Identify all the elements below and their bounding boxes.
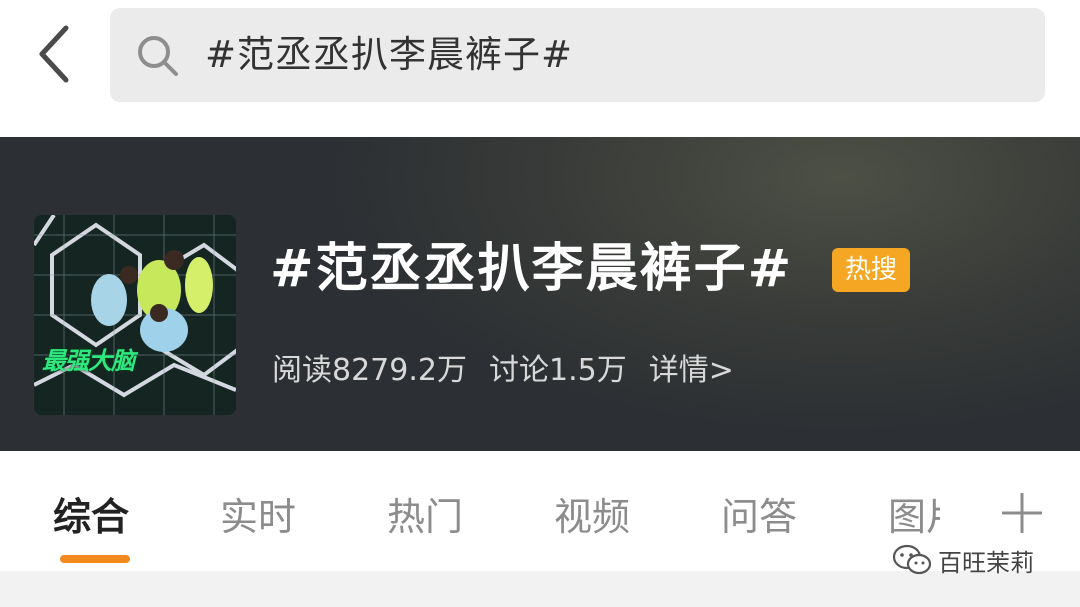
chevron-left-icon [39,25,69,83]
active-tab-indicator [60,555,130,563]
discussion-count: 讨论1.5万 [488,353,627,388]
tab-comprehensive[interactable]: 综合 [53,491,129,543]
tab-realtime[interactable]: 实时 [220,491,296,543]
read-count: 阅读8279.2万 [272,353,467,388]
watermark: 百旺茉莉 [892,535,1034,585]
thumbnail-caption: 最强大脑 [42,347,135,375]
topic-title: #范丞丞扒李晨裤子# [270,239,794,299]
plus-icon [1002,493,1042,533]
search-input[interactable]: #范丞丞扒李晨裤子# [110,8,1045,102]
add-tab-button[interactable] [1000,491,1044,535]
topic-banner: 最强大脑 #范丞丞扒李晨裤子# 热搜 阅读8279.2万 讨论1.5万 详情> [0,137,1080,451]
topic-stats: 阅读8279.2万 讨论1.5万 详情> [272,349,756,393]
search-icon [138,36,178,76]
watermark-text: 百旺茉莉 [938,548,1034,577]
thumbnail-image [34,215,236,415]
hot-badge: 热搜 [832,248,910,292]
details-link[interactable]: 详情> [649,353,734,388]
search-query: #范丞丞扒李晨裤子# [205,33,574,76]
tab-video[interactable]: 视频 [554,491,630,543]
tab-qa[interactable]: 问答 [721,491,797,543]
topic-thumbnail[interactable]: 最强大脑 [34,215,236,415]
tab-hot[interactable]: 热门 [387,491,463,543]
back-button[interactable] [24,22,88,86]
top-bar: #范丞丞扒李晨裤子# [0,0,1080,135]
wechat-icon [892,544,932,575]
topic-page: #范丞丞扒李晨裤子# 最强大脑 #范丞丞扒李晨裤子# 热搜 阅读8279.2万 … [0,0,1080,607]
